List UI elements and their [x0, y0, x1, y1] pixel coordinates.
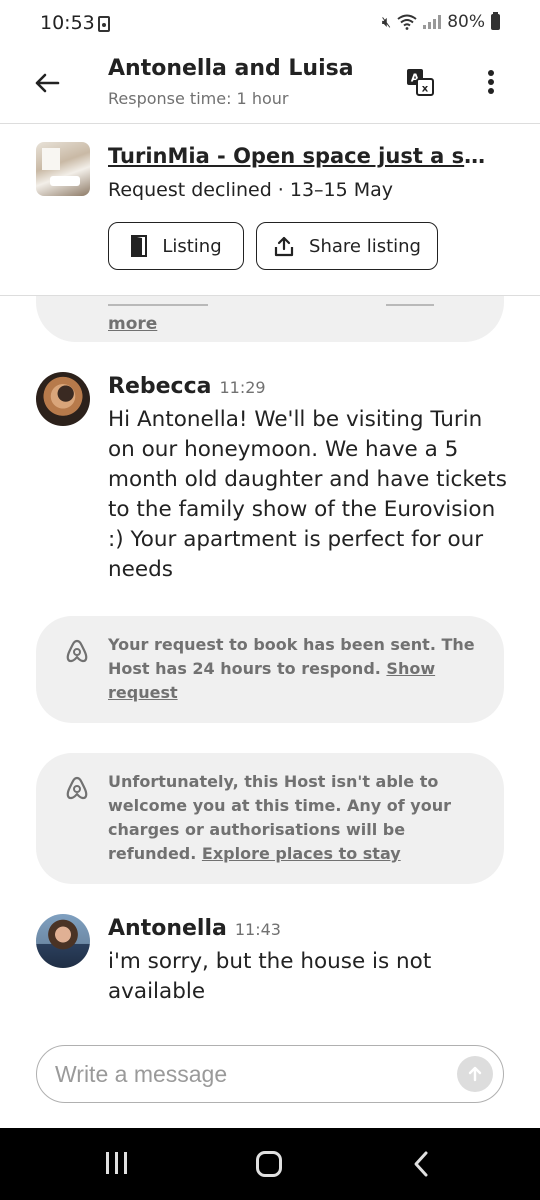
share-listing-label: Share listing [309, 235, 421, 257]
listing-thumbnail[interactable] [36, 142, 90, 196]
svg-text:x: x [422, 84, 429, 95]
message-text: i'm sorry, but the house is not availabl… [108, 949, 432, 1004]
listing-button-label: Listing [162, 235, 222, 257]
send-button[interactable] [457, 1056, 493, 1092]
system-message-text: Unfortunately, this Host isn't able to w… [108, 770, 480, 866]
previous-system-bubble: more [36, 296, 504, 342]
system-nav-bar [0, 1128, 540, 1200]
sender-name: Rebecca [108, 374, 212, 399]
avatar[interactable] [36, 914, 90, 968]
signal-icon [423, 15, 442, 29]
status-time: 10:53 [40, 12, 95, 34]
wifi-icon [397, 14, 417, 30]
conversation-title: Antonella and Luisa [108, 56, 354, 81]
back-arrow-icon[interactable] [30, 66, 64, 100]
alarm-icon [98, 16, 110, 32]
airbnb-logo-icon [66, 639, 88, 663]
conversation-header: Antonella and Luisa Response time: 1 hou… [0, 50, 540, 124]
arrow-up-icon [468, 1066, 482, 1082]
sender-name: Antonella [108, 916, 227, 941]
system-message: Unfortunately, this Host isn't able to w… [36, 753, 504, 884]
message-composer [36, 1045, 504, 1103]
listing-button[interactable]: Listing [108, 222, 244, 270]
status-icons: 🔇︎ 80% [382, 12, 500, 32]
translate-icon[interactable]: A x [406, 68, 434, 96]
read-more-link[interactable]: more [108, 314, 157, 334]
share-listing-button[interactable]: Share listing [256, 222, 438, 270]
message-thread: more Rebecca 11:29 Hi Antonella! We'll be… [0, 296, 540, 1034]
nav-back-icon[interactable] [410, 1150, 432, 1178]
listing-card: TurinMia - Open space just a st... Reque… [0, 124, 540, 296]
message-input[interactable] [55, 1058, 435, 1090]
system-message-text: Your request to book has been sent. The … [108, 633, 480, 705]
message-time: 11:43 [234, 920, 281, 939]
home-icon[interactable] [256, 1151, 282, 1177]
message-sender: Antonella 11:43 [108, 916, 281, 941]
battery-icon [491, 12, 500, 30]
mute-icon: 🔇︎ [381, 13, 392, 31]
battery-percent: 80% [447, 12, 485, 32]
airbnb-logo-icon [66, 776, 88, 800]
avatar[interactable] [36, 372, 90, 426]
explore-places-link[interactable]: Explore places to stay [202, 844, 401, 863]
request-status: Request declined · 13–15 May [108, 179, 394, 201]
door-icon [131, 235, 148, 257]
status-bar: 10:53 🔇︎ 80% [0, 0, 540, 50]
listing-title-link[interactable]: TurinMia - Open space just a st... [108, 144, 488, 168]
response-time: Response time: 1 hour [108, 89, 289, 108]
message-time: 11:29 [219, 378, 266, 397]
system-message: Your request to book has been sent. The … [36, 616, 504, 723]
more-vertical-icon[interactable] [480, 68, 502, 96]
message-text: Hi Antonella! We'll be visiting Turin on… [108, 407, 507, 582]
message-sender: Rebecca 11:29 [108, 374, 266, 399]
share-icon [274, 236, 294, 257]
recents-icon[interactable] [106, 1152, 127, 1174]
